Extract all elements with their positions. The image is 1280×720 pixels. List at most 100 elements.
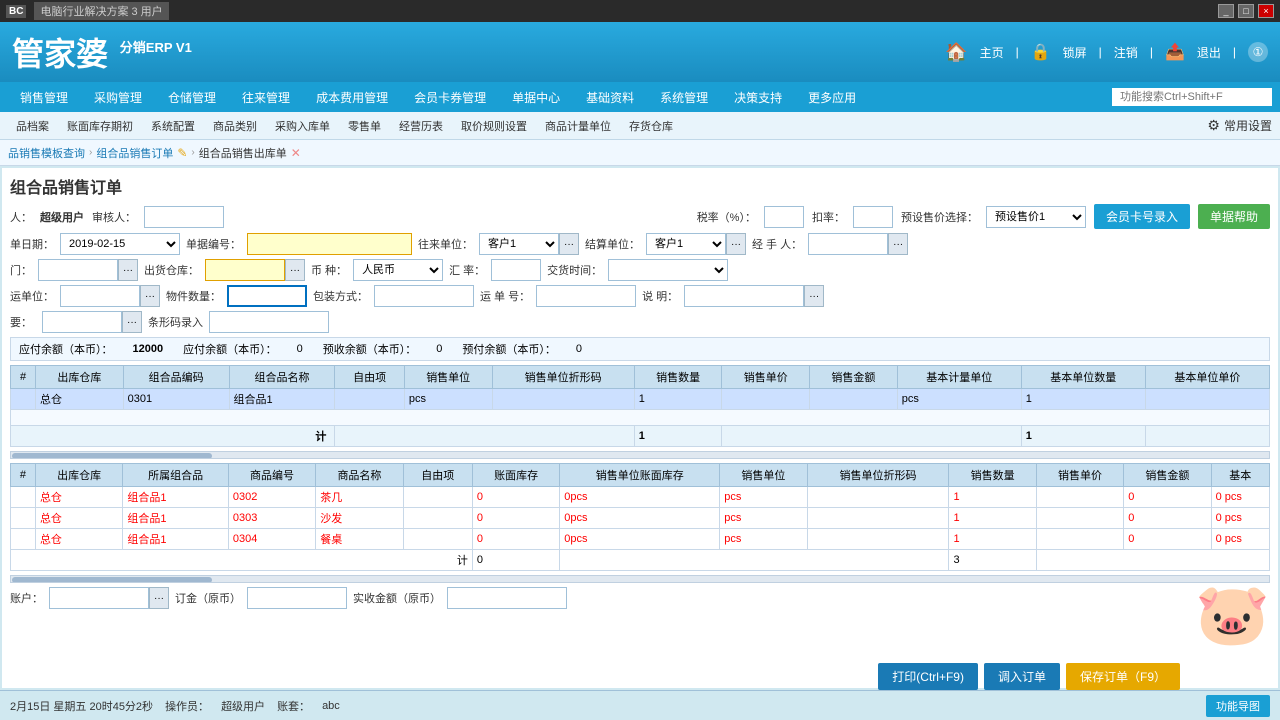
preset-price-select[interactable]: 预设售价1 [986, 206, 1086, 228]
handler-label: 经 手 人： [752, 236, 802, 252]
toolbar-price-rule[interactable]: 取价规则设置 [453, 116, 535, 136]
nav-warehouse[interactable]: 仓储管理 [156, 85, 228, 110]
toolbar-settings[interactable]: ⚙ 常用设置 [1207, 117, 1272, 134]
partner-select[interactable]: 客户1 [479, 233, 559, 255]
settle-dots-btn[interactable]: ··· [726, 233, 746, 255]
home-link[interactable]: 主页 [980, 44, 1004, 61]
toolbar-retail[interactable]: 零售单 [340, 116, 389, 136]
received-input[interactable] [447, 587, 567, 609]
header-links: 🏠 主页 | 🔒 锁屏 | 注销 | 📤 退出 | ① [945, 42, 1268, 63]
delivery-time-select[interactable] [608, 259, 728, 281]
sub-cell-base: 0 pcs [1211, 529, 1269, 550]
barcode-input[interactable] [209, 311, 329, 333]
sub-table-row[interactable]: 总仓 组合品1 0302 茶几 0 0pcs pcs 1 0 0 pcs [11, 487, 1270, 508]
sub-cell-amount: 0 [1124, 508, 1211, 529]
tax-input[interactable]: 0 [764, 206, 804, 228]
remarks-input[interactable] [684, 285, 804, 307]
partner-dots-btn[interactable]: ··· [559, 233, 579, 255]
print-btn[interactable]: 打印(Ctrl+F9) [878, 663, 978, 690]
toolbar-purchase-in[interactable]: 采购入库单 [267, 116, 338, 136]
reviewer-input[interactable] [144, 206, 224, 228]
sub-cell-stock: 0 [472, 508, 559, 529]
nav-sales[interactable]: 销售管理 [8, 85, 80, 110]
handler-input[interactable]: 小周 [808, 233, 888, 255]
minimize-btn[interactable]: _ [1218, 4, 1234, 18]
form-row-3: 运单位： ··· 物件数量： 包装方式： 运 单 号： 说 明： ··· [10, 285, 1270, 307]
require-dots-btn[interactable]: ··· [122, 311, 142, 333]
toolbar-config[interactable]: 系统配置 [143, 116, 203, 136]
settle-select[interactable]: 客户1 [646, 233, 726, 255]
main-table-scrollbar[interactable] [10, 451, 1270, 459]
nav-member[interactable]: 会员卡券管理 [402, 85, 498, 110]
toolbar-stock-initial[interactable]: 账面库存期初 [59, 116, 141, 136]
shipping-no-input[interactable] [536, 285, 636, 307]
parts-input[interactable] [227, 285, 307, 307]
packing-input[interactable] [374, 285, 474, 307]
toolbar-history[interactable]: 经营历表 [391, 116, 451, 136]
save-btn[interactable]: 保存订单（F9） [1066, 663, 1180, 690]
help-btn[interactable]: 单据帮助 [1198, 204, 1270, 229]
require-input[interactable] [42, 311, 122, 333]
member-card-btn[interactable]: 会员卡号录入 [1094, 204, 1190, 229]
dept-dots-btn[interactable]: ··· [118, 259, 138, 281]
remarks-dots-btn[interactable]: ··· [804, 285, 824, 307]
sub-col-stock: 账面库存 [472, 464, 559, 487]
nav-system[interactable]: 系统管理 [648, 85, 720, 110]
sub-table-row[interactable]: 总仓 组合品1 0303 沙发 0 0pcs pcs 1 0 0 pcs [11, 508, 1270, 529]
sub-cell-unit: pcs [720, 487, 807, 508]
toolbar-product-category[interactable]: 商品类别 [205, 116, 265, 136]
dept-input[interactable]: 财务部 [38, 259, 118, 281]
toolbar-inventory[interactable]: 存货仓库 [621, 116, 681, 136]
shipping-dots-btn[interactable]: ··· [140, 285, 160, 307]
sub-table-scrollbar[interactable] [10, 575, 1270, 583]
shipping-input[interactable] [60, 285, 140, 307]
title-tab[interactable]: 电脑行业解决方案 3 用户 [34, 2, 168, 20]
sub-cell-warehouse: 总仓 [35, 529, 122, 550]
table-row-empty[interactable] [11, 410, 1270, 426]
barcode-label: 条形码录入 [148, 314, 203, 330]
order-deposit-input[interactable] [247, 587, 347, 609]
breadcrumb-combo-order[interactable]: 组合品销售订单 [96, 145, 173, 161]
col-base-price: 基本单位单价 [1145, 366, 1269, 389]
date-input[interactable]: 2019-02-15 [60, 233, 180, 255]
nav-search-input[interactable] [1112, 88, 1272, 106]
exit-link[interactable]: 退出 [1197, 44, 1221, 61]
exchange-input[interactable]: 1 [491, 259, 541, 281]
nav-basic[interactable]: 基础资料 [574, 85, 646, 110]
order-no-input[interactable]: ZXD-T-2019-02-15-0001 [247, 233, 412, 255]
scroll-thumb[interactable] [12, 453, 212, 459]
parts-label: 物件数量： [166, 288, 221, 304]
import-btn[interactable]: 调入订单 [984, 663, 1060, 690]
account-input[interactable] [49, 587, 149, 609]
warehouse-input[interactable]: 总仓 [205, 259, 285, 281]
sub-table: # 出库仓库 所属组合品 商品编号 商品名称 自由项 账面库存 销售单位账面库存… [10, 463, 1270, 571]
nav-dealings[interactable]: 往来管理 [230, 85, 302, 110]
footer-action-btns: 打印(Ctrl+F9) 调入订单 保存订单（F9） [878, 663, 1180, 690]
currency-select[interactable]: 人民币 [353, 259, 443, 281]
breadcrumb-query[interactable]: 品销售模板查询 [8, 145, 85, 161]
maximize-btn[interactable]: □ [1238, 4, 1254, 18]
warehouse-dots-btn[interactable]: ··· [285, 259, 305, 281]
close-btn[interactable]: × [1258, 4, 1274, 18]
info-link[interactable]: ① [1248, 42, 1268, 62]
nav-more[interactable]: 更多应用 [796, 85, 868, 110]
toolbar-product-archive[interactable]: 品档案 [8, 116, 57, 136]
lock-link[interactable]: 锁屏 [1063, 44, 1087, 61]
handler-dots-btn[interactable]: ··· [888, 233, 908, 255]
logout-link[interactable]: 注销 [1114, 44, 1138, 61]
discount-label: 扣率： [812, 209, 845, 225]
sub-table-row[interactable]: 总仓 组合品1 0304 餐桌 0 0pcs pcs 1 0 0 pcs [11, 529, 1270, 550]
discount-input[interactable]: 1 [853, 206, 893, 228]
nav-decision[interactable]: 决策支持 [722, 85, 794, 110]
toolbar-unit[interactable]: 商品计量单位 [537, 116, 619, 136]
breadcrumb-combo-out[interactable]: 组合品销售出库单 [199, 145, 287, 161]
nav-orders[interactable]: 单据中心 [500, 85, 572, 110]
nav-cost[interactable]: 成本费用管理 [304, 85, 400, 110]
account-dots-btn[interactable]: ··· [149, 587, 169, 609]
sub-scroll-thumb[interactable] [12, 577, 212, 583]
help-map-btn[interactable]: 功能导图 [1206, 695, 1270, 717]
nav-purchase[interactable]: 采购管理 [82, 85, 154, 110]
packing-label: 包装方式： [313, 288, 368, 304]
breadcrumb-close-icon[interactable]: ✕ [291, 146, 301, 160]
table-row[interactable]: 总仓 0301 组合品1 pcs 1 pcs 1 [11, 389, 1270, 410]
